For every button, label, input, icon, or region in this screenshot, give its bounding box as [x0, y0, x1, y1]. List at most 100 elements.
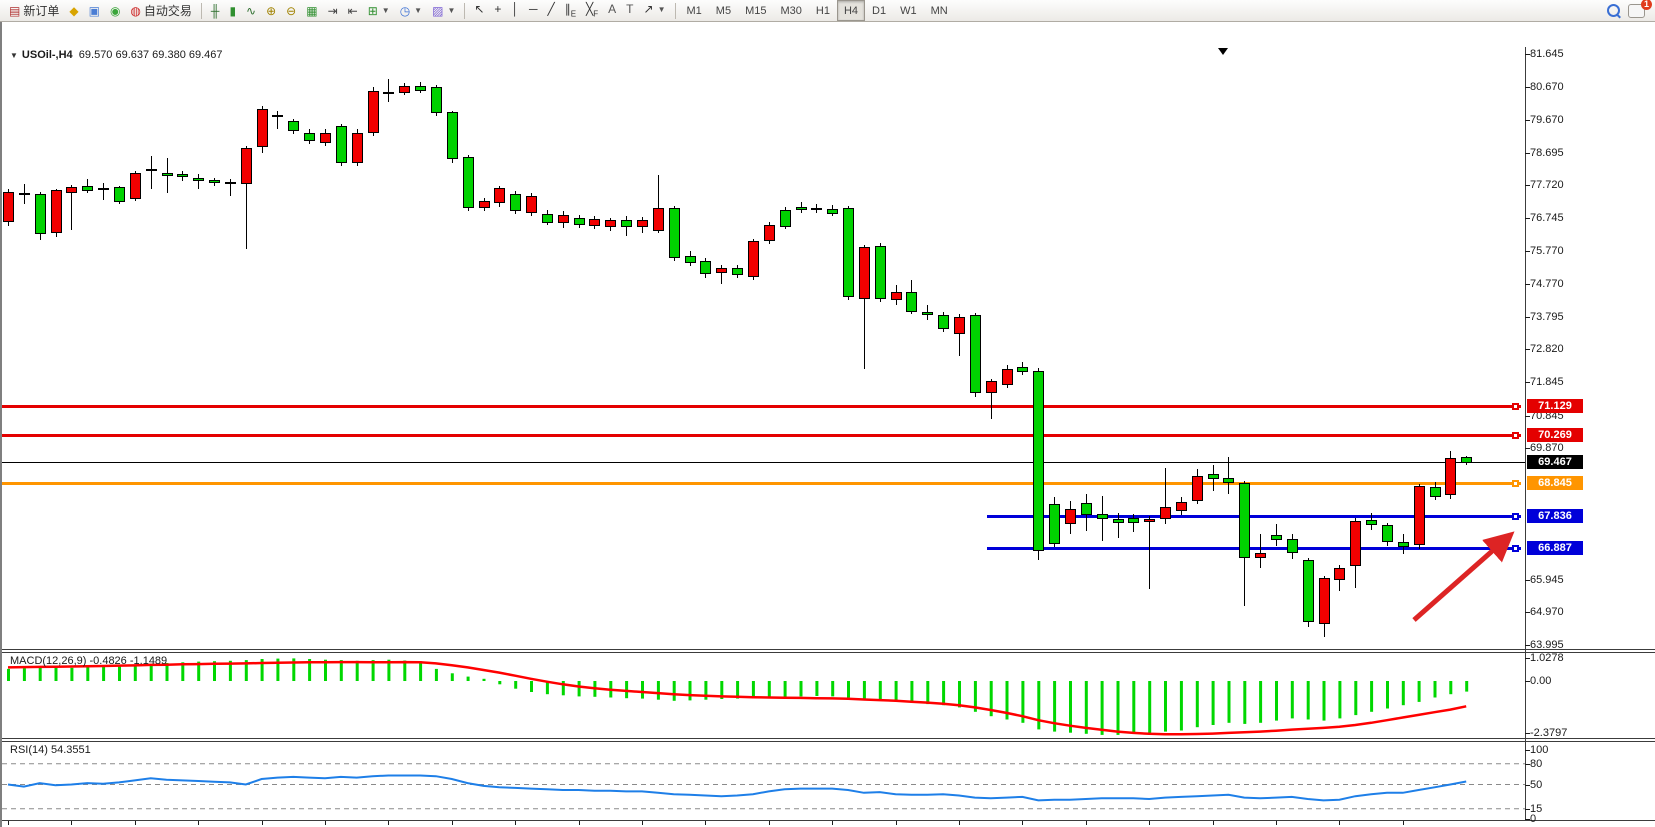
new-order-button[interactable]: ▤ 新订单 [4, 2, 64, 20]
timeframe-m5-button[interactable]: M5 [709, 0, 738, 21]
price-axis-label: 63.995 [1530, 639, 1564, 651]
rsi-axis-label: 0 [1530, 813, 1536, 825]
cursor-button[interactable]: ↖ [469, 0, 489, 18]
timeframe-mn-button[interactable]: MN [924, 0, 955, 21]
template-button[interactable]: ▨▼ [427, 2, 460, 20]
label-button[interactable]: T [621, 0, 638, 18]
chart-window[interactable]: ▼USOil-,H4 69.570 69.637 69.380 69.467 8… [0, 22, 1655, 827]
price-axis-label: 81.645 [1530, 48, 1564, 60]
auto-trading-button[interactable]: ◍ 自动交易 [125, 2, 197, 20]
level-line[interactable] [2, 405, 1521, 408]
candlestick-chart-button[interactable]: ▮ [224, 2, 241, 20]
timeframe-h4-button[interactable]: H4 [837, 0, 865, 21]
auto-trading-icon: ◍ [130, 5, 140, 17]
price-axis-label: 75.770 [1530, 245, 1564, 257]
candle-wick [1228, 457, 1229, 494]
time-axis-tick [198, 821, 199, 825]
candle-body-up [827, 209, 838, 214]
level-line[interactable] [987, 547, 1521, 550]
time-axis-tick [1022, 821, 1023, 825]
candle-body-up [162, 173, 173, 176]
candle-body-up [304, 133, 315, 141]
level-line[interactable] [2, 434, 1521, 437]
candle-wick [198, 174, 199, 189]
timeframe-m15-button[interactable]: M15 [738, 0, 773, 21]
trendline-button[interactable]: ╱ [542, 0, 559, 18]
fibonacci-button[interactable]: ╳F [581, 3, 603, 21]
macd-histogram-bar [942, 681, 945, 705]
candle-wick [388, 79, 389, 102]
candle-body-up [970, 315, 981, 393]
timeframe-d1-button[interactable]: D1 [865, 0, 893, 21]
candle-body-up [1208, 474, 1219, 479]
tile-windows-button[interactable]: ▦ [301, 2, 322, 20]
candle-body-up [1113, 519, 1124, 523]
terminal-button[interactable]: ▣ [84, 2, 105, 20]
period-button[interactable]: ◷▼ [395, 2, 427, 20]
candle-body-up [114, 187, 125, 202]
level-line-handle[interactable] [1512, 403, 1519, 410]
chat-icon[interactable]: 1 [1628, 4, 1645, 18]
arrows-button[interactable]: ↗▼ [639, 0, 671, 18]
chart-symbol: USOil-,H4 [22, 49, 73, 61]
candle-body-up [811, 208, 822, 210]
candle-body-up [1239, 483, 1250, 558]
auto-scroll-button[interactable]: ⇥ [323, 2, 343, 20]
channel-button[interactable]: ∥E [560, 3, 581, 21]
time-axis-tick [1149, 821, 1150, 825]
price-axis-label: 76.745 [1530, 212, 1564, 224]
time-axis-tick [515, 821, 516, 825]
alert-button[interactable]: ◆ [64, 2, 83, 20]
search-icon[interactable] [1607, 4, 1620, 17]
macd-histogram-bar [1164, 681, 1167, 732]
line-chart-button[interactable]: ∿ [241, 2, 261, 20]
zoom-in-button[interactable]: ⊕ [261, 2, 281, 20]
new-chart-icon: ⊞ [368, 5, 378, 17]
level-line-handle[interactable] [1512, 545, 1519, 552]
time-axis-tick [769, 821, 770, 825]
candle-body-up [542, 214, 553, 223]
chart-menu-caret-icon[interactable]: ▼ [10, 51, 18, 60]
text-button[interactable]: A [603, 0, 621, 18]
price-axis-label: 69.870 [1530, 442, 1564, 454]
zoom-out-icon: ⊖ [286, 5, 296, 17]
price-axis-label: 73.795 [1530, 311, 1564, 323]
price-level-badge: 66.887 [1527, 541, 1583, 555]
candle-body-up [1097, 514, 1108, 519]
candle-body-up [225, 182, 236, 184]
bar-chart-button[interactable]: ╫ [206, 2, 225, 20]
level-line-handle[interactable] [1512, 513, 1519, 520]
candle-body-down [241, 148, 252, 184]
candle-body-down [748, 241, 759, 277]
chart-shift-marker-icon[interactable] [1218, 48, 1228, 55]
timeframe-w1-button[interactable]: W1 [893, 0, 924, 21]
arrows-icon: ↗ [644, 3, 654, 15]
horizontal-line-button[interactable]: ─ [524, 0, 543, 18]
level-line[interactable] [2, 482, 1521, 485]
alert-icon: ◆ [69, 5, 78, 17]
chart-shift-button[interactable]: ⇤ [343, 2, 363, 20]
candle-body-down [891, 292, 902, 300]
macd-histogram-bar [1354, 681, 1357, 715]
rsi-line [8, 776, 1466, 801]
crosshair-button[interactable]: + [489, 0, 506, 18]
candle-body-up [1430, 487, 1441, 497]
candle-body-up [685, 256, 696, 263]
price-axis-line[interactable] [1525, 47, 1526, 821]
chevron-down-icon: ▼ [382, 6, 390, 15]
macd-histogram-bar [1418, 681, 1421, 702]
candle-wick [1260, 534, 1261, 568]
zoom-out-button[interactable]: ⊖ [281, 2, 301, 20]
macd-histogram-bar [926, 681, 929, 704]
timeframe-m30-button[interactable]: M30 [773, 0, 808, 21]
macd-histogram-bar [895, 681, 898, 702]
timeframe-h1-button[interactable]: H1 [809, 0, 837, 21]
current-price-line [2, 462, 1525, 463]
vertical-line-button[interactable]: │ [506, 0, 524, 18]
time-axis-tick [388, 821, 389, 825]
signals-button[interactable]: ◉ [105, 2, 125, 20]
new-chart-button[interactable]: ⊞▼ [363, 2, 395, 20]
timeframe-m1-button[interactable]: M1 [680, 0, 709, 21]
level-line-handle[interactable] [1512, 480, 1519, 487]
level-line-handle[interactable] [1512, 432, 1519, 439]
